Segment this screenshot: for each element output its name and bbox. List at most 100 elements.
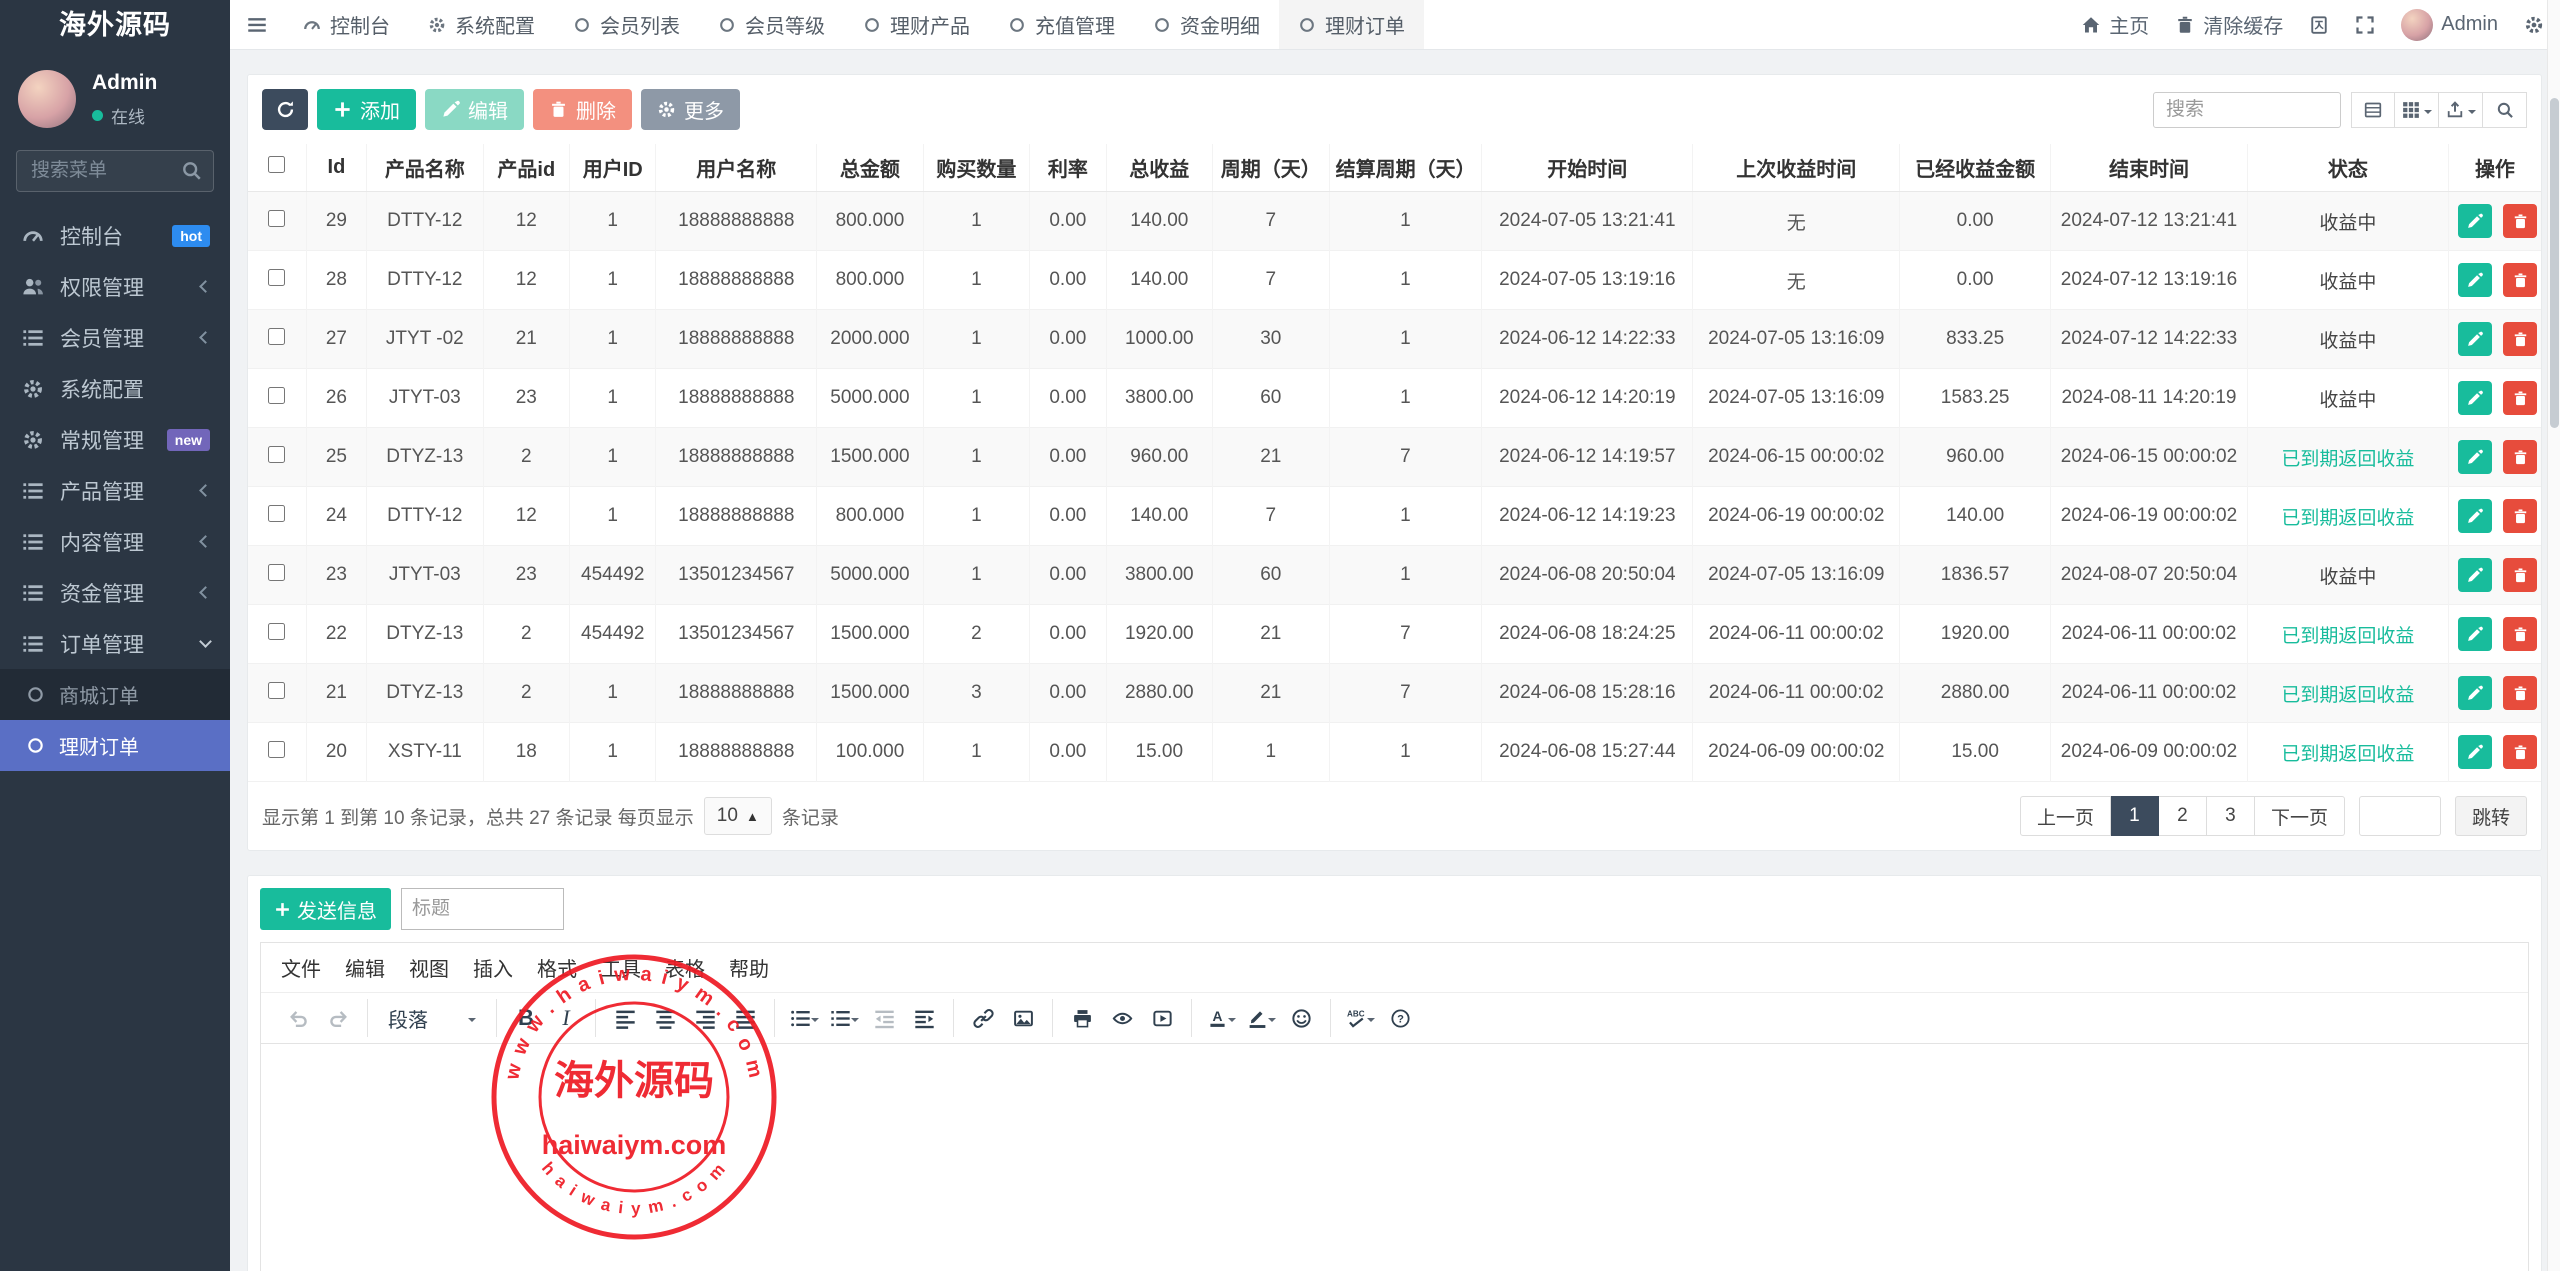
table-row[interactable]: 23 JTYT-03 23 454492 13501234567 5000.00…: [248, 546, 2541, 605]
sidebar-item-funds[interactable]: 资金管理: [0, 567, 230, 618]
col-header-total-profit[interactable]: 总收益: [1106, 144, 1213, 192]
row-checkbox[interactable]: [268, 387, 285, 404]
text-color-button[interactable]: [1202, 999, 1240, 1037]
sidebar-item-general[interactable]: 常规管理 new: [0, 414, 230, 465]
tab-system-config[interactable]: 系统配置: [409, 0, 554, 49]
highlight-color-button[interactable]: [1242, 999, 1280, 1037]
fullscreen-button[interactable]: [2355, 15, 2375, 35]
table-search-input[interactable]: [2153, 92, 2341, 128]
tab-finance-orders[interactable]: 理财订单: [1279, 0, 1424, 49]
next-page-button[interactable]: 下一页: [2255, 796, 2345, 836]
send-message-button[interactable]: 发送信息: [260, 888, 391, 930]
delete-row-button[interactable]: [2503, 381, 2537, 415]
page-button-1[interactable]: 1: [2111, 796, 2159, 836]
menu-table[interactable]: 表格: [655, 949, 715, 986]
delete-row-button[interactable]: [2503, 499, 2537, 533]
sidebar-item-permissions[interactable]: 权限管理: [0, 261, 230, 312]
bold-button[interactable]: B: [507, 999, 545, 1037]
sidebar-item-products[interactable]: 产品管理: [0, 465, 230, 516]
outdent-button[interactable]: [865, 999, 903, 1037]
link-button[interactable]: [964, 999, 1002, 1037]
col-header-status[interactable]: 状态: [2247, 144, 2448, 192]
col-header-total-amount[interactable]: 总金额: [817, 144, 924, 192]
col-header-cycle[interactable]: 周期（天）: [1213, 144, 1330, 192]
message-title-input[interactable]: [401, 888, 564, 930]
edit-row-button[interactable]: [2458, 499, 2492, 533]
delete-row-button[interactable]: [2503, 440, 2537, 474]
editor-content-area[interactable]: [261, 1044, 2528, 1271]
sidebar-item-system-config[interactable]: 系统配置: [0, 363, 230, 414]
delete-row-button[interactable]: [2503, 263, 2537, 297]
bullet-list-button[interactable]: [785, 999, 823, 1037]
row-checkbox[interactable]: [268, 269, 285, 286]
table-row[interactable]: 28 DTTY-12 12 1 18888888888 800.000 1 0.…: [248, 251, 2541, 310]
menu-file[interactable]: 文件: [271, 949, 331, 986]
tab-member-level[interactable]: 会员等级: [699, 0, 844, 49]
col-header-buy-count[interactable]: 购买数量: [923, 144, 1030, 192]
delete-button[interactable]: 删除: [533, 89, 632, 130]
scrollbar-thumb[interactable]: [2550, 98, 2559, 428]
select-all-checkbox[interactable]: [268, 156, 285, 173]
settings-button[interactable]: [2524, 15, 2544, 35]
page-size-select[interactable]: 10▲: [704, 797, 772, 835]
home-link[interactable]: 主页: [2081, 10, 2149, 39]
numbered-list-button[interactable]: [825, 999, 863, 1037]
clear-cache-link[interactable]: 清除缓存: [2175, 10, 2283, 39]
pagination-toggle-button[interactable]: [2351, 92, 2395, 128]
col-header-user-name[interactable]: 用户名称: [656, 144, 817, 192]
align-left-button[interactable]: [606, 999, 644, 1037]
row-checkbox[interactable]: [268, 741, 285, 758]
table-row[interactable]: 22 DTYZ-13 2 454492 13501234567 1500.000…: [248, 605, 2541, 664]
edit-row-button[interactable]: [2458, 676, 2492, 710]
paragraph-style-dropdown[interactable]: 段落: [378, 999, 486, 1037]
row-checkbox[interactable]: [268, 564, 285, 581]
emoji-button[interactable]: [1282, 999, 1320, 1037]
edit-row-button[interactable]: [2458, 204, 2492, 238]
tab-dashboard[interactable]: 控制台: [284, 0, 409, 49]
row-checkbox[interactable]: [268, 328, 285, 345]
language-button[interactable]: [2309, 15, 2329, 35]
undo-button[interactable]: [279, 999, 317, 1037]
col-header-product-id[interactable]: 产品id: [483, 144, 569, 192]
row-checkbox[interactable]: [268, 682, 285, 699]
prev-page-button[interactable]: 上一页: [2020, 796, 2111, 836]
delete-row-button[interactable]: [2503, 204, 2537, 238]
admin-menu[interactable]: Admin: [2401, 9, 2498, 41]
col-header-settle-cycle[interactable]: 结算周期（天）: [1329, 144, 1482, 192]
col-header-end-time[interactable]: 结束时间: [2051, 144, 2248, 192]
jump-button[interactable]: 跳转: [2455, 796, 2527, 836]
align-right-button[interactable]: [686, 999, 724, 1037]
edit-row-button[interactable]: [2458, 440, 2492, 474]
sidebar-item-members[interactable]: 会员管理: [0, 312, 230, 363]
sidebar-item-content[interactable]: 内容管理: [0, 516, 230, 567]
add-button[interactable]: 添加: [317, 89, 416, 130]
tab-fund-details[interactable]: 资金明细: [1134, 0, 1279, 49]
table-row[interactable]: 24 DTTY-12 12 1 18888888888 800.000 1 0.…: [248, 487, 2541, 546]
col-header-user-id[interactable]: 用户ID: [570, 144, 656, 192]
edit-row-button[interactable]: [2458, 263, 2492, 297]
tab-finance-products[interactable]: 理财产品: [844, 0, 989, 49]
align-center-button[interactable]: [646, 999, 684, 1037]
advanced-search-button[interactable]: [2483, 92, 2527, 128]
sidebar-item-orders[interactable]: 订单管理: [0, 618, 230, 669]
delete-row-button[interactable]: [2503, 322, 2537, 356]
col-header-rate[interactable]: 利率: [1030, 144, 1106, 192]
insert-image-button[interactable]: [1004, 999, 1042, 1037]
edit-row-button[interactable]: [2458, 558, 2492, 592]
more-button[interactable]: 更多: [641, 89, 740, 130]
edit-row-button[interactable]: [2458, 381, 2492, 415]
delete-row-button[interactable]: [2503, 676, 2537, 710]
menu-tools[interactable]: 工具: [591, 949, 651, 986]
columns-button[interactable]: [2395, 92, 2439, 128]
help-button[interactable]: [1381, 999, 1419, 1037]
redo-button[interactable]: [319, 999, 357, 1037]
table-row[interactable]: 21 DTYZ-13 2 1 18888888888 1500.000 3 0.…: [248, 664, 2541, 723]
row-checkbox[interactable]: [268, 446, 285, 463]
row-checkbox[interactable]: [268, 210, 285, 227]
sidebar-toggle-button[interactable]: [230, 0, 284, 49]
delete-row-button[interactable]: [2503, 735, 2537, 769]
menu-help[interactable]: 帮助: [719, 949, 779, 986]
user-avatar[interactable]: [18, 70, 76, 128]
insert-media-button[interactable]: [1143, 999, 1181, 1037]
indent-button[interactable]: [905, 999, 943, 1037]
